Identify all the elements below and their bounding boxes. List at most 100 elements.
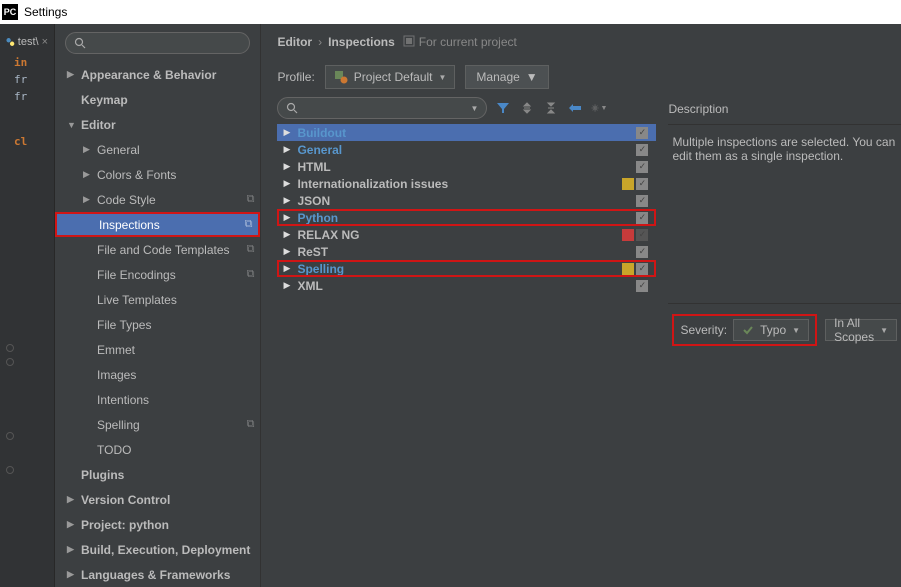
settings-sidebar: ▶Appearance & BehaviorKeymap▼Editor▶Gene… xyxy=(55,24,261,587)
sidebar-item-file-encodings[interactable]: File Encodings⧉ xyxy=(55,262,260,287)
inspection-row-rest[interactable]: ▶ReST xyxy=(277,243,656,260)
sidebar-item-label: File and Code Templates xyxy=(97,243,230,257)
sidebar-item-images[interactable]: Images xyxy=(55,362,260,387)
inspection-checkbox[interactable] xyxy=(636,229,648,241)
description-column: Description Multiple inspections are sel… xyxy=(656,94,901,587)
reset-icon[interactable] xyxy=(567,100,583,116)
tree-arrow-icon: ▶ xyxy=(67,519,77,530)
sidebar-item-plugins[interactable]: Plugins xyxy=(55,462,260,487)
sidebar-item-appearance-behavior[interactable]: ▶Appearance & Behavior xyxy=(55,62,260,87)
close-icon[interactable]: × xyxy=(42,36,48,48)
inspection-row-html[interactable]: ▶HTML xyxy=(277,158,656,175)
settings-search[interactable] xyxy=(65,32,250,54)
inspection-checkbox[interactable] xyxy=(636,280,648,292)
copy-icon[interactable]: ⧉ xyxy=(247,418,255,431)
sidebar-item-project-python[interactable]: ▶ Project: python xyxy=(55,512,260,537)
sidebar-item-label: General xyxy=(97,143,140,157)
sidebar-item-label: Emmet xyxy=(97,343,135,357)
inspection-row-xml[interactable]: ▶XML xyxy=(277,277,656,294)
breadcrumb: Editor › Inspections For current project xyxy=(261,24,901,60)
inspection-checkbox[interactable] xyxy=(636,195,648,207)
fold-marker[interactable] xyxy=(6,344,14,352)
copy-icon[interactable]: ⧉ xyxy=(245,218,253,231)
fold-marker[interactable] xyxy=(6,466,14,474)
sidebar-item-spelling[interactable]: Spelling ⧉ xyxy=(55,412,260,437)
tree-arrow-icon: ▶ xyxy=(83,194,93,205)
inspection-checkbox[interactable] xyxy=(636,127,648,139)
tree-arrow-icon: ▶ xyxy=(283,280,293,291)
inspection-checkbox[interactable] xyxy=(636,161,648,173)
expand-icon[interactable] xyxy=(519,100,535,116)
sidebar-item-label: Spelling xyxy=(97,418,140,432)
code-fragment: fr xyxy=(0,73,54,86)
tree-arrow-icon: ▶ xyxy=(67,494,77,505)
sidebar-item-todo[interactable]: TODO xyxy=(55,437,260,462)
inspections-list: ▶Buildout▶General▶HTML▶Internationalizat… xyxy=(277,124,656,587)
sidebar-item-code-style[interactable]: ▶ Code Style ⧉ xyxy=(55,187,260,212)
inspection-row-spelling[interactable]: ▶Spelling xyxy=(277,260,656,277)
sidebar-item-general[interactable]: ▶General xyxy=(55,137,260,162)
severity-combo[interactable]: Typo ▼ xyxy=(733,319,809,341)
inspection-checkbox[interactable] xyxy=(636,246,648,258)
file-tab[interactable]: test\ × xyxy=(0,32,54,52)
inspection-row-relax-ng[interactable]: ▶RELAX NG xyxy=(277,226,656,243)
fold-marker[interactable] xyxy=(6,358,14,366)
sidebar-item-colors-fonts[interactable]: ▶Colors & Fonts xyxy=(55,162,260,187)
manage-button[interactable]: Manage ▼ xyxy=(465,65,548,89)
inspections-column: ▼ ▼ ▶Buildout▶General▶HTML▶International… xyxy=(261,94,656,587)
filter-icon[interactable] xyxy=(495,100,511,116)
tree-arrow-icon: ▼ xyxy=(67,120,77,130)
sidebar-item-label: Code Style xyxy=(97,193,156,207)
inspection-label: Python xyxy=(297,211,636,225)
inspection-label: General xyxy=(297,143,636,157)
chevron-down-icon[interactable]: ▼ xyxy=(471,104,479,113)
inspection-row-json[interactable]: ▶JSON xyxy=(277,192,656,209)
sidebar-item-label: Colors & Fonts xyxy=(97,168,176,182)
sidebar-item-version-control[interactable]: ▶Version Control xyxy=(55,487,260,512)
sidebar-item-live-templates[interactable]: Live Templates xyxy=(55,287,260,312)
sidebar-item-label: Build, Execution, Deployment xyxy=(81,543,250,557)
sidebar-item-label: Project: python xyxy=(81,518,169,532)
severity-label: Severity: xyxy=(680,323,727,337)
breadcrumb-root[interactable]: Editor xyxy=(277,35,312,49)
severity-group: Severity: Typo ▼ xyxy=(672,314,817,346)
sidebar-item-label: Languages & Frameworks xyxy=(81,568,230,582)
fold-marker[interactable] xyxy=(6,432,14,440)
editor-gutter: test\ × in fr fr cl xyxy=(0,24,55,587)
inspection-checkbox[interactable] xyxy=(636,144,648,156)
sidebar-item-keymap[interactable]: Keymap xyxy=(55,87,260,112)
copy-icon[interactable]: ⧉ xyxy=(247,193,255,206)
check-icon xyxy=(742,324,754,336)
inspection-checkbox[interactable] xyxy=(636,178,648,190)
inspections-search[interactable]: ▼ xyxy=(277,97,487,119)
sidebar-item-emmet[interactable]: Emmet xyxy=(55,337,260,362)
inspection-row-buildout[interactable]: ▶Buildout xyxy=(277,124,656,141)
inspection-row-internationalization-issues[interactable]: ▶Internationalization issues xyxy=(277,175,656,192)
scope-combo[interactable]: In All Scopes ▼ xyxy=(825,319,897,341)
gear-icon[interactable]: ▼ xyxy=(591,100,607,116)
search-icon xyxy=(286,102,298,114)
sidebar-item-intentions[interactable]: Intentions xyxy=(55,387,260,412)
inspection-row-general[interactable]: ▶ General xyxy=(277,141,656,158)
profile-row: Profile: Project Default ▼ Manage ▼ xyxy=(261,60,901,94)
copy-icon[interactable]: ⧉ xyxy=(247,268,255,281)
profile-combo[interactable]: Project Default ▼ xyxy=(325,65,456,89)
inspection-row-python[interactable]: ▶Python xyxy=(277,209,656,226)
tree-arrow-icon: ▶ xyxy=(283,144,293,155)
sidebar-item-editor[interactable]: ▼Editor xyxy=(55,112,260,137)
sidebar-item-file-types[interactable]: File Types xyxy=(55,312,260,337)
sidebar-item-inspections[interactable]: Inspections⧉ xyxy=(55,212,260,237)
inspection-checkbox[interactable] xyxy=(636,263,648,275)
sidebar-item-file-and-code-templates[interactable]: File and Code Templates ⧉ xyxy=(55,237,260,262)
severity-row: Severity: Typo ▼ In All Scopes ▼ xyxy=(668,304,901,356)
project-scope-label: For current project xyxy=(419,35,517,49)
sidebar-item-build-execution-deployment[interactable]: ▶Build, Execution, Deployment xyxy=(55,537,260,562)
inspection-label: Internationalization issues xyxy=(297,177,622,191)
project-scope-icon xyxy=(403,35,415,50)
severity-swatch xyxy=(622,263,634,275)
inspection-checkbox[interactable] xyxy=(636,212,648,224)
copy-icon[interactable]: ⧉ xyxy=(247,243,255,256)
sidebar-item-languages-frameworks[interactable]: ▶Languages & Frameworks xyxy=(55,562,260,587)
sidebar-item-label: TODO xyxy=(97,443,131,457)
collapse-icon[interactable] xyxy=(543,100,559,116)
